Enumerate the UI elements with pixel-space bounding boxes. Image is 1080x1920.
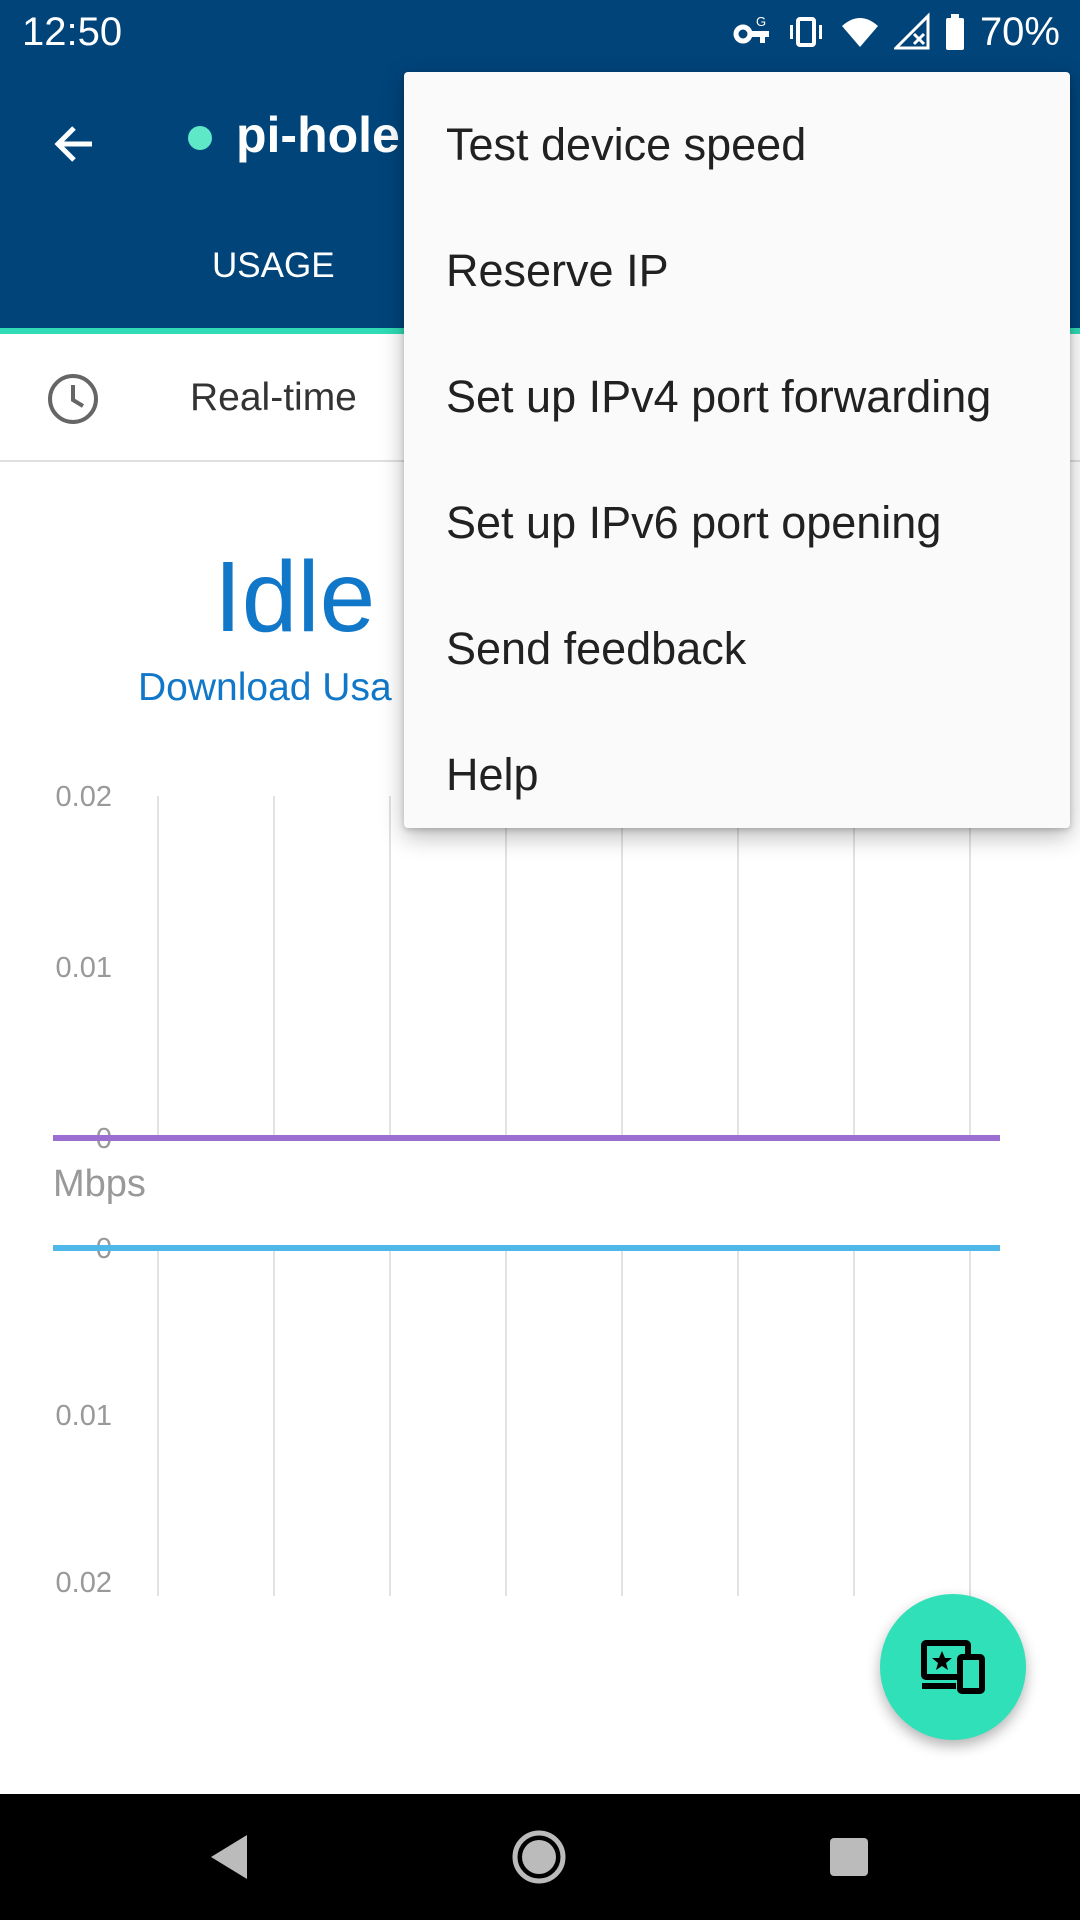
arrow-back-icon bbox=[54, 126, 92, 162]
menu-item-ipv4-port-forwarding[interactable]: Set up IPv4 port forwarding bbox=[404, 334, 1070, 460]
recents-square-icon bbox=[830, 1838, 868, 1876]
download-usage-link[interactable]: Download Usa bbox=[138, 666, 392, 710]
tab-usage[interactable]: USAGE bbox=[212, 246, 335, 286]
devices-star-icon bbox=[921, 1640, 985, 1694]
usage-status: Idle bbox=[214, 541, 376, 653]
battery-percent: 70% bbox=[979, 9, 1060, 54]
back-button[interactable] bbox=[38, 108, 110, 180]
nav-back-button[interactable] bbox=[196, 1824, 262, 1890]
upload-chart: 00.010.02 bbox=[53, 1233, 1000, 1599]
menu-item-ipv6-port-opening[interactable]: Set up IPv6 port opening bbox=[404, 460, 1070, 586]
nav-recents-button[interactable] bbox=[816, 1824, 882, 1890]
nav-home-button[interactable] bbox=[506, 1824, 572, 1890]
menu-item-reserve-ip[interactable]: Reserve IP bbox=[404, 208, 1070, 334]
menu-item-send-feedback[interactable]: Send feedback bbox=[404, 586, 1070, 712]
devices-fab-button[interactable] bbox=[880, 1594, 1026, 1740]
back-triangle-icon bbox=[211, 1835, 247, 1879]
device-status-dot bbox=[188, 126, 212, 150]
y-tick-label: 0.02 bbox=[56, 1567, 112, 1599]
navigation-bar bbox=[0, 1794, 1080, 1920]
menu-item-test-device-speed[interactable]: Test device speed bbox=[404, 82, 1070, 208]
usage-charts: 0.020.010 Mbps 00.010.02 bbox=[53, 781, 1000, 1599]
unit-label: Mbps bbox=[53, 1163, 146, 1205]
home-circle-icon bbox=[512, 1830, 566, 1884]
grid-lines bbox=[157, 796, 971, 1596]
status-time: 12:50 bbox=[22, 10, 123, 54]
svg-text:G: G bbox=[756, 14, 766, 29]
signal-icon bbox=[893, 12, 930, 52]
device-name: pi-hole bbox=[236, 107, 400, 163]
battery-icon bbox=[944, 12, 966, 52]
status-icons: G 70% bbox=[732, 8, 1060, 56]
menu-item-help[interactable]: Help bbox=[404, 712, 1070, 838]
overflow-menu: Test device speed Reserve IP Set up IPv4… bbox=[404, 72, 1070, 828]
y-tick-label: 0.01 bbox=[56, 952, 112, 984]
y-tick-label: 0.01 bbox=[56, 1400, 112, 1432]
time-filter-label: Real-time bbox=[190, 376, 357, 419]
y-tick-label: 0.02 bbox=[56, 781, 112, 813]
clock-icon bbox=[48, 374, 98, 424]
wifi-icon bbox=[840, 12, 880, 52]
vpn-key-icon: G bbox=[732, 12, 772, 52]
status-bar: 12:50 G 70% bbox=[0, 0, 1080, 64]
vibrate-icon bbox=[786, 12, 826, 52]
